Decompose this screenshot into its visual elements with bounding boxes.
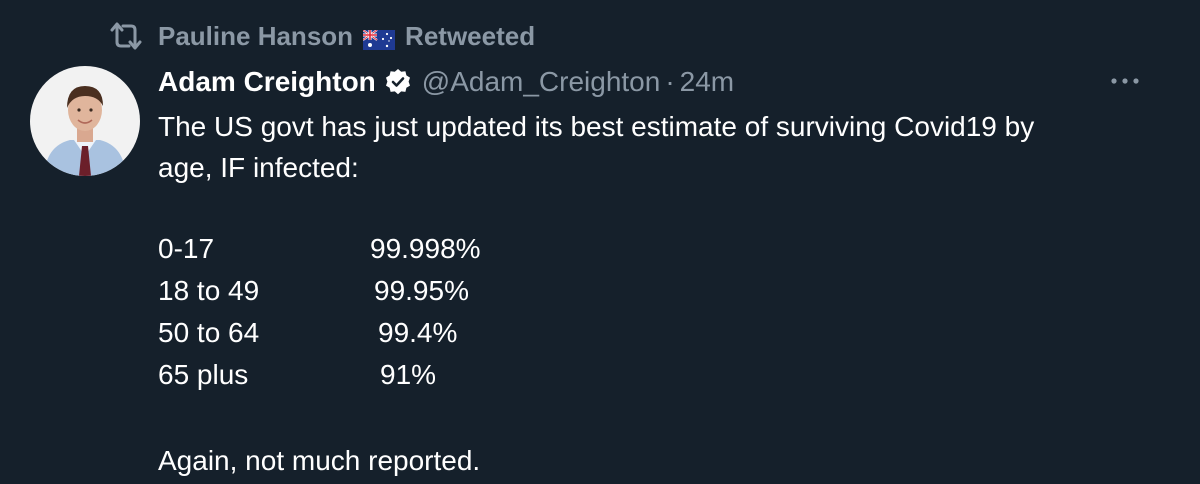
retweet-banner: Pauline Hanson Retweeted [108,18,535,54]
tweet-text-line: The US govt has just updated its best es… [158,111,1035,142]
verified-badge-icon [384,68,412,96]
retweet-icon [108,21,144,51]
age-group: 50 to 64 [158,317,260,348]
retweeted-label: Retweeted [405,20,536,51]
tweet-header: Adam Creighton @Adam_Creighton · 24m [158,64,734,100]
tweet-timestamp[interactable]: 24m [680,66,734,98]
tweet-closing-line: Again, not much reported. [158,445,481,476]
survival-rate: 99.4% [378,317,458,348]
survival-rate: 91% [380,359,437,390]
author-handle[interactable]: @Adam_Creighton [422,66,661,98]
survival-rate: 99.998% [370,233,481,264]
age-group: 0-17 [158,233,215,264]
tweet-text: The US govt has just updated its best es… [158,106,1158,188]
survival-rate: 99.95% [374,275,469,306]
tweet-text-line: age, IF infected: [158,152,359,183]
age-group: 18 to 49 [158,275,260,306]
separator-dot: · [665,66,675,97]
author-display-name[interactable]: Adam Creighton [158,66,376,98]
retweeter-name[interactable]: Pauline Hanson [158,21,353,52]
age-group: 65 plus [158,359,249,390]
australian-flag-icon [362,26,396,50]
avatar[interactable] [30,66,140,176]
more-options-icon[interactable] [1108,74,1142,86]
